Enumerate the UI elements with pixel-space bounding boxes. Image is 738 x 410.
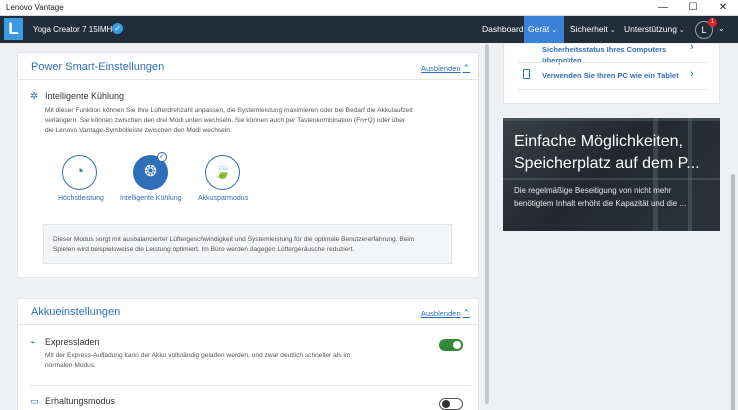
nav-unterstuetzung[interactable]: Unterstützung ⌄ bbox=[620, 16, 689, 43]
quick-links-card: Sicherheitsstatus Ihres Computers überpr… bbox=[503, 41, 720, 104]
window-titlebar: Lenovo Vantage — ☐ ✕ bbox=[0, 0, 738, 16]
nav-label: Sicherheit bbox=[570, 24, 608, 34]
mode-battery-saver[interactable]: 🍃 bbox=[205, 155, 240, 190]
express-description: Mit der Express-Aufladung kann der Akku … bbox=[45, 351, 405, 371]
description-line: Mit der Express-Aufladung kann der Akku … bbox=[45, 352, 351, 359]
battery-settings-card: Akkueinstellungen Ausblenden ⌃ ⌁ Expressl… bbox=[17, 298, 479, 410]
nav-label: Unterstützung bbox=[624, 24, 677, 34]
description-line: normalen Modus. bbox=[45, 362, 96, 369]
hide-label: Ausblenden bbox=[421, 64, 461, 73]
tablet-icon bbox=[523, 69, 530, 79]
mode-label: Intelligente Kühlung bbox=[120, 195, 182, 202]
mode-performance[interactable]: ◔ bbox=[62, 155, 97, 190]
section-title: Erhaltungsmodus bbox=[45, 396, 116, 406]
chevron-right-icon[interactable]: › bbox=[690, 41, 694, 53]
article-title-line: Einfache Möglichkeiten, bbox=[514, 133, 683, 150]
scrollbar-thumb[interactable] bbox=[731, 174, 735, 410]
hide-power-smart-link[interactable]: Ausblenden ⌃ bbox=[421, 63, 470, 74]
nav-sicherheit[interactable]: Sicherheit ⌄ bbox=[566, 16, 620, 43]
section-title: Expressladen bbox=[45, 337, 100, 347]
mode-info-line: Spielen wird beispielsweise die Leistung… bbox=[53, 246, 355, 253]
device-name[interactable]: Yoga Creator 7 15IMH05 bbox=[33, 25, 121, 34]
mode-info-text: Dieser Modus sorgt mit ausbalancierter L… bbox=[53, 235, 448, 255]
power-smart-card: Power Smart-Einstellungen Ausblenden ⌃ ✲ … bbox=[17, 52, 479, 278]
mode-info-box: Dieser Modus sorgt mit ausbalancierter L… bbox=[43, 224, 452, 264]
chevron-down-icon: ⌄ bbox=[551, 27, 558, 34]
battery-charge-icon: ⌁ bbox=[30, 337, 36, 347]
window-title: Lenovo Vantage bbox=[6, 3, 64, 12]
description-line: die Lenovo Vantage-Symbolleiste zwischen… bbox=[45, 127, 232, 134]
card-title: Akkueinstellungen bbox=[31, 306, 121, 318]
hide-battery-link[interactable]: Ausblenden ⌃ bbox=[421, 308, 470, 319]
close-button[interactable]: ✕ bbox=[708, 0, 738, 16]
speedometer-icon: ◔ bbox=[62, 155, 97, 190]
nav-label: Dashboard bbox=[482, 24, 524, 34]
express-charge-toggle[interactable] bbox=[439, 339, 463, 351]
divider bbox=[18, 79, 478, 80]
article-teaser: Die regelmäßige Beseitigung von nicht me… bbox=[514, 184, 686, 210]
description-line: verlängern. Sie können zwischen den drei… bbox=[45, 117, 406, 124]
background-shelf bbox=[503, 178, 720, 180]
notification-badge: 1 bbox=[708, 18, 717, 27]
divider bbox=[18, 324, 478, 325]
cooling-description: Mit dieser Funktion können Sie Ihre Lüft… bbox=[45, 106, 475, 136]
main-scrollbar[interactable] bbox=[484, 44, 490, 410]
chevron-down-icon: ⌄ bbox=[678, 27, 685, 34]
mode-label: Höchstleistung bbox=[58, 195, 104, 202]
divider bbox=[30, 385, 470, 386]
checkmark-icon: ✓ bbox=[157, 152, 167, 162]
window-scrollbar[interactable] bbox=[729, 44, 737, 410]
nav-geraet[interactable]: Gerät ⌄ bbox=[524, 16, 564, 43]
verified-check-icon: ✓ bbox=[112, 23, 123, 34]
article-teaser-line: Die regelmäßige Beseitigung von nicht me… bbox=[514, 186, 672, 195]
chevron-down-icon: ⌄ bbox=[609, 27, 616, 34]
divider bbox=[518, 89, 708, 90]
storage-tips-article-tile[interactable]: Einfache Möglichkeiten, Speicherplatz au… bbox=[503, 118, 720, 231]
toggle-knob bbox=[442, 400, 450, 408]
minimize-button[interactable]: — bbox=[648, 0, 678, 16]
divider bbox=[518, 62, 708, 63]
nav-dashboard[interactable]: Dashboard bbox=[478, 16, 528, 43]
battery-icon: ▭ bbox=[30, 396, 39, 406]
mode-info-line: Dieser Modus sorgt mit ausbalancierter L… bbox=[53, 236, 415, 243]
chevron-right-icon[interactable]: › bbox=[690, 68, 694, 80]
scrollbar-thumb[interactable] bbox=[485, 44, 489, 404]
battery-saver-icon: 🍃 bbox=[205, 155, 240, 190]
chevron-up-icon: ⌃ bbox=[462, 308, 471, 318]
chevron-down-icon[interactable]: ⌄ bbox=[718, 24, 725, 33]
article-title: Einfache Möglichkeiten, Speicherplatz au… bbox=[514, 131, 700, 175]
conservation-mode-toggle[interactable] bbox=[439, 398, 463, 410]
tablet-mode-link[interactable]: Verwenden Sie Ihren PC wie ein Tablet bbox=[542, 71, 679, 80]
fan-icon: ✲ bbox=[30, 91, 39, 102]
mode-label: Akkusparmodus bbox=[198, 195, 249, 202]
description-line: Mit dieser Funktion können Sie Ihre Lüft… bbox=[45, 107, 413, 114]
maximize-button[interactable]: ☐ bbox=[678, 0, 708, 16]
toggle-knob bbox=[453, 341, 461, 349]
chevron-up-icon: ⌃ bbox=[462, 63, 471, 73]
lenovo-vantage-logo[interactable]: L bbox=[4, 18, 23, 40]
article-teaser-line: benötigtem Inhalt erhöht die Kapazität u… bbox=[514, 199, 687, 208]
hide-label: Ausblenden bbox=[421, 309, 461, 318]
app-header: L Yoga Creator 7 15IMH05 ✓ Dashboard Ger… bbox=[0, 16, 738, 43]
nav-label: Gerät bbox=[528, 24, 550, 34]
card-title: Power Smart-Einstellungen bbox=[31, 61, 165, 73]
section-title: Intelligente Kühlung bbox=[45, 91, 125, 101]
article-title-line: Speicherplatz auf dem P... bbox=[514, 155, 700, 172]
mode-smart-cooling[interactable]: ❂ ✓ bbox=[133, 152, 168, 190]
